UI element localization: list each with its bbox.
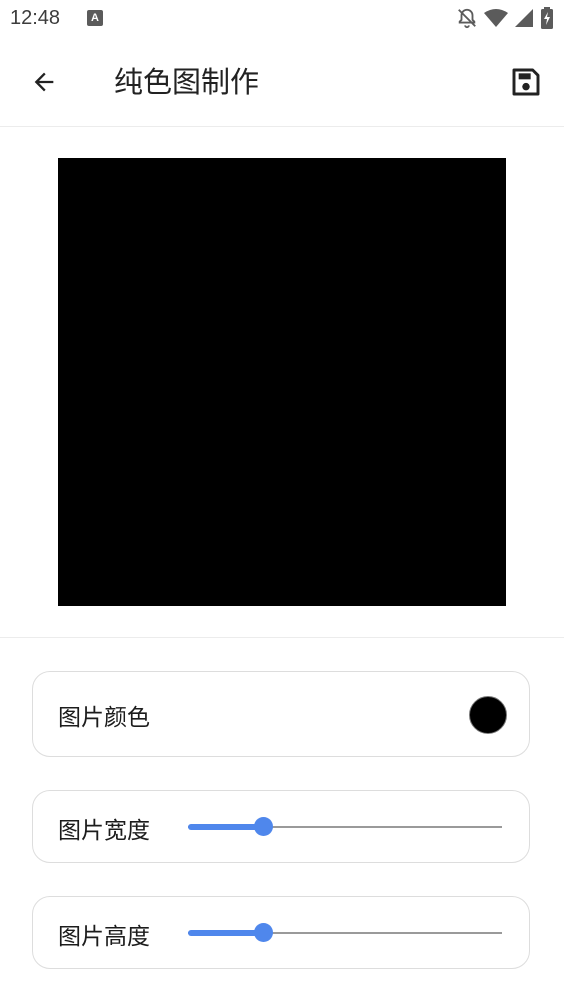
- cell-signal-icon: [514, 8, 534, 28]
- arrow-back-icon: [34, 72, 54, 92]
- height-setting-card: 图片高度: [32, 896, 530, 969]
- color-picker-swatch[interactable]: [469, 696, 507, 734]
- width-label: 图片宽度: [58, 818, 150, 844]
- height-slider[interactable]: [188, 921, 502, 945]
- status-icons: [456, 6, 554, 30]
- status-bar: 12:48 A: [0, 0, 564, 38]
- battery-charging-icon: [540, 7, 554, 29]
- wifi-icon: [484, 8, 508, 28]
- floppy-disk-save-icon: [512, 68, 540, 96]
- height-slider-thumb[interactable]: [254, 923, 274, 942]
- save-button[interactable]: [506, 62, 546, 102]
- color-setting-card[interactable]: 图片颜色: [32, 671, 530, 757]
- back-button[interactable]: [24, 62, 64, 102]
- status-time: 12:48: [10, 7, 61, 29]
- solid-color-preview: [58, 158, 506, 606]
- height-label: 图片高度: [58, 924, 150, 950]
- app-bar: 纯色图制作: [0, 38, 564, 127]
- width-slider[interactable]: [188, 815, 502, 839]
- width-setting-card: 图片宽度: [32, 790, 530, 863]
- width-slider-thumb[interactable]: [254, 817, 274, 836]
- a-badge-icon: A: [87, 10, 103, 26]
- bell-off-icon: [456, 7, 478, 29]
- preview-area: [0, 126, 564, 638]
- page-title: 纯色图制作: [114, 65, 260, 99]
- width-slider-fill: [188, 824, 264, 830]
- height-slider-fill: [188, 930, 264, 936]
- color-label: 图片颜色: [58, 705, 150, 731]
